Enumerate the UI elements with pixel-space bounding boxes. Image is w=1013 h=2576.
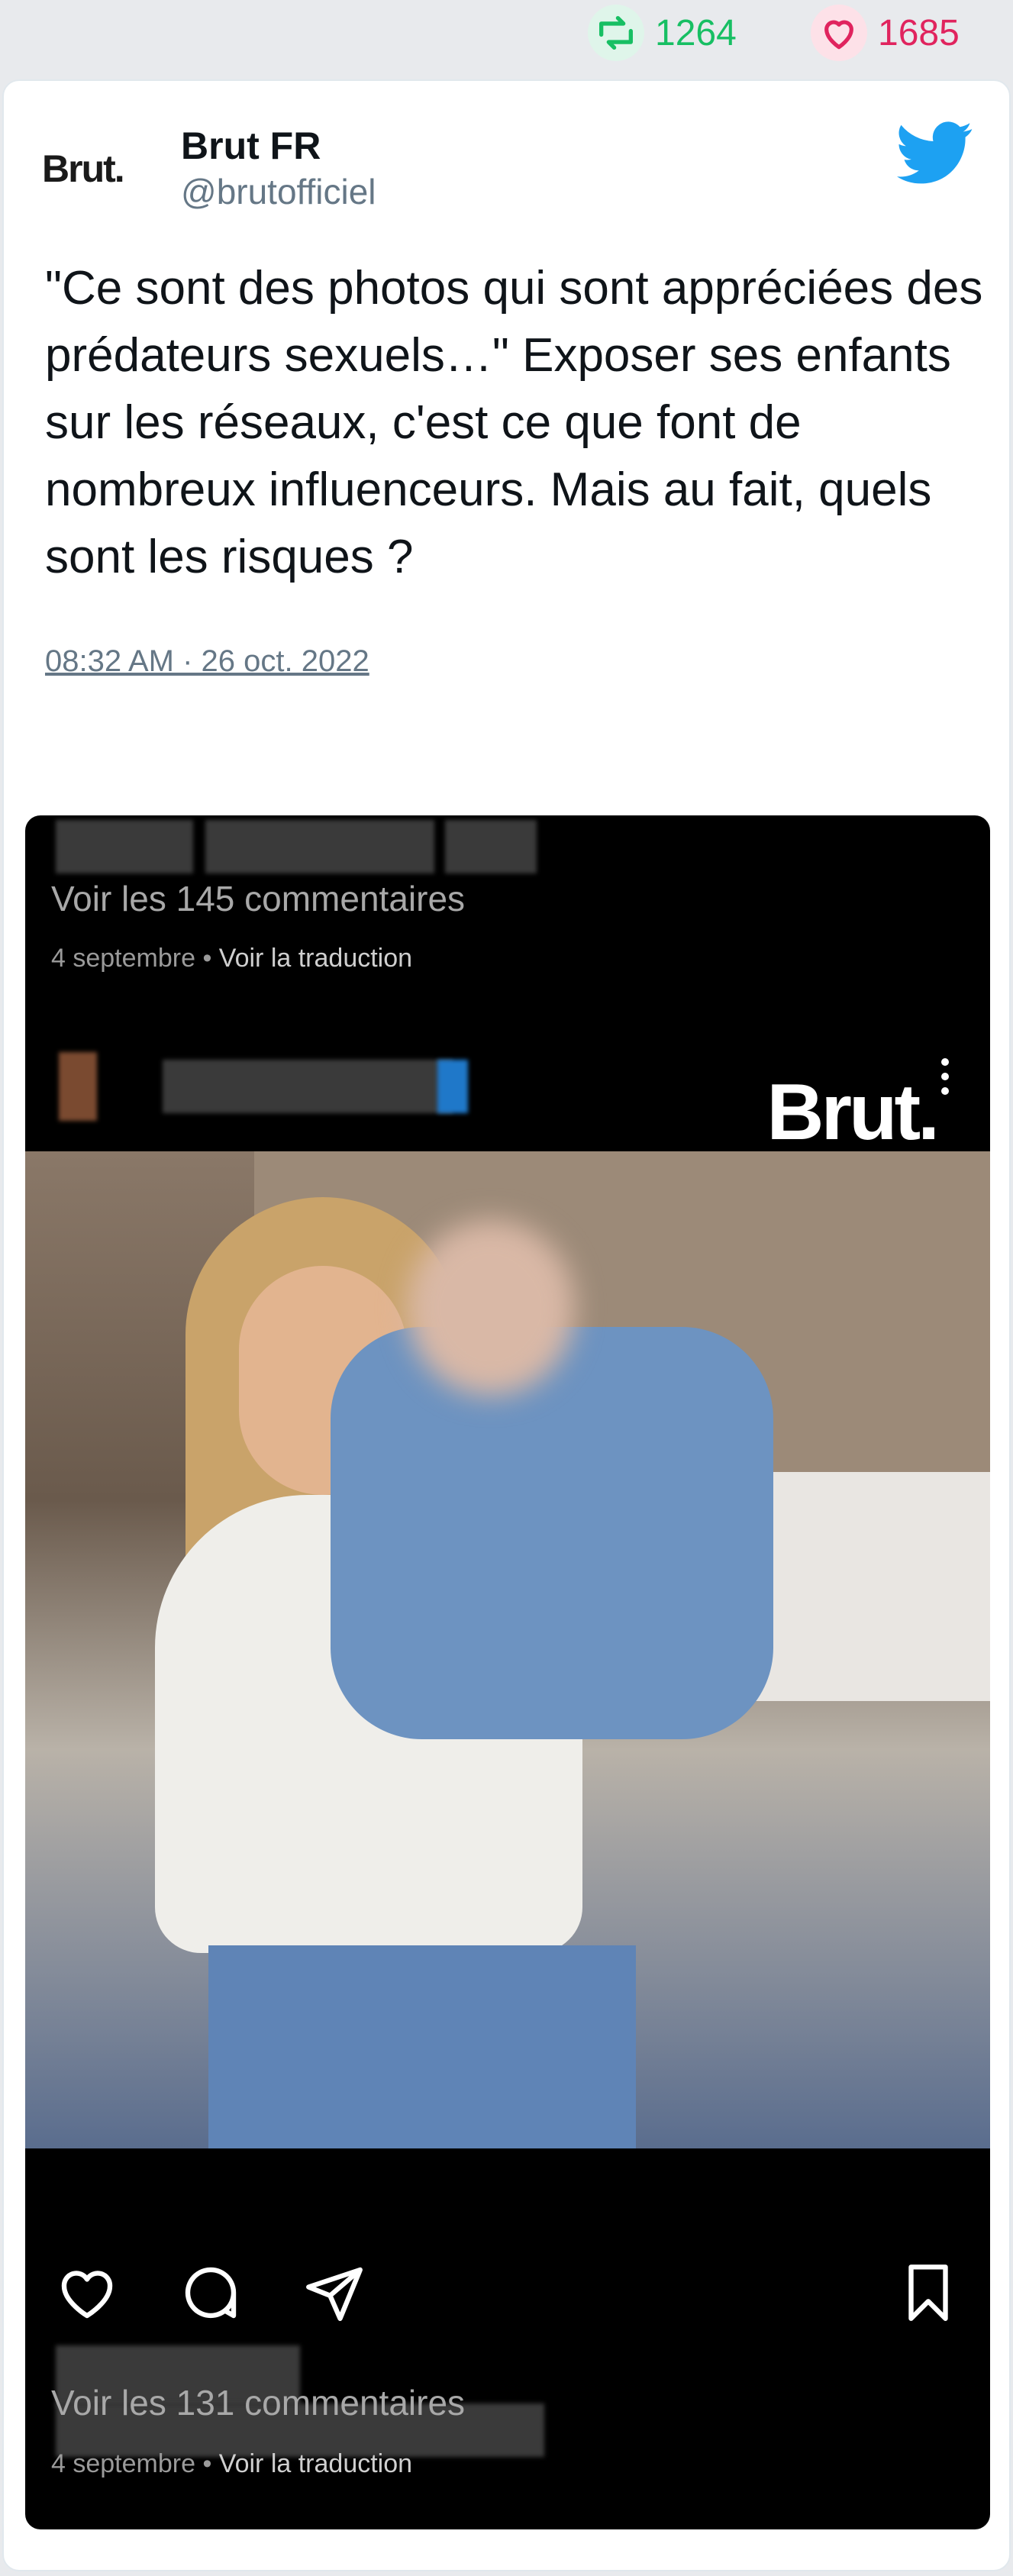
tweet-text: "Ce sont des photos qui sont appréciées … — [45, 262, 983, 583]
blurred-verified-badge — [437, 1060, 468, 1113]
comment-icon[interactable] — [176, 2258, 245, 2327]
retweet-count: 1264 — [655, 12, 737, 53]
photo-jeans — [208, 1945, 636, 2148]
author-name[interactable]: Brut FR — [181, 124, 321, 168]
bottom-comments-link[interactable]: Voir les 131 commentaires — [51, 2382, 465, 2423]
bottom-post-meta: 4 septembre • Voir la traduction — [51, 2449, 413, 2478]
send-icon[interactable] — [300, 2258, 369, 2327]
tweet-media[interactable]: Voir les 145 commentaires 4 septembre • … — [25, 815, 990, 2529]
tweet-card: Brut. Brut FR @brutofficiel "Ce sont des… — [2, 79, 1011, 2571]
blurred-username — [56, 820, 193, 873]
blurred-username — [163, 1060, 453, 1113]
photo-baby-face-blurred — [407, 1220, 575, 1396]
more-icon[interactable] — [940, 1058, 950, 1101]
avatar-logo: Brut. — [42, 147, 125, 190]
top-comments-link[interactable]: Voir les 145 commentaires — [51, 878, 465, 919]
like-count-icon — [811, 5, 867, 61]
blurred-avatar — [59, 1052, 97, 1121]
tweet-timestamp[interactable]: 08:32 AM · 26 oct. 2022 — [45, 644, 369, 679]
twitter-bird-icon[interactable] — [897, 115, 973, 191]
bottom-translate-link[interactable]: Voir la traduction — [219, 2449, 412, 2478]
blurred-caption — [205, 820, 434, 873]
heart-icon[interactable] — [53, 2258, 121, 2327]
post-photo — [25, 1151, 990, 2148]
photo-baby — [331, 1327, 773, 1739]
bookmark-icon[interactable] — [894, 2258, 963, 2327]
top-translate-link[interactable]: Voir la traduction — [219, 944, 412, 973]
author-handle[interactable]: @brutofficiel — [181, 171, 376, 212]
stats-bar: 1264 1685 — [0, 0, 1013, 69]
top-post-meta: 4 septembre • Voir la traduction — [51, 944, 413, 973]
like-count: 1685 — [878, 12, 960, 53]
brut-watermark: Brut. — [766, 1068, 940, 1157]
like-stat[interactable]: 1685 — [811, 0, 960, 66]
avatar[interactable]: Brut. — [42, 127, 172, 211]
bottom-post-date: 4 septembre — [51, 2449, 195, 2478]
top-post-date: 4 septembre — [51, 944, 195, 973]
retweet-stat[interactable]: 1264 — [588, 0, 737, 66]
retweet-count-icon — [588, 5, 644, 61]
blurred-caption — [445, 820, 537, 873]
